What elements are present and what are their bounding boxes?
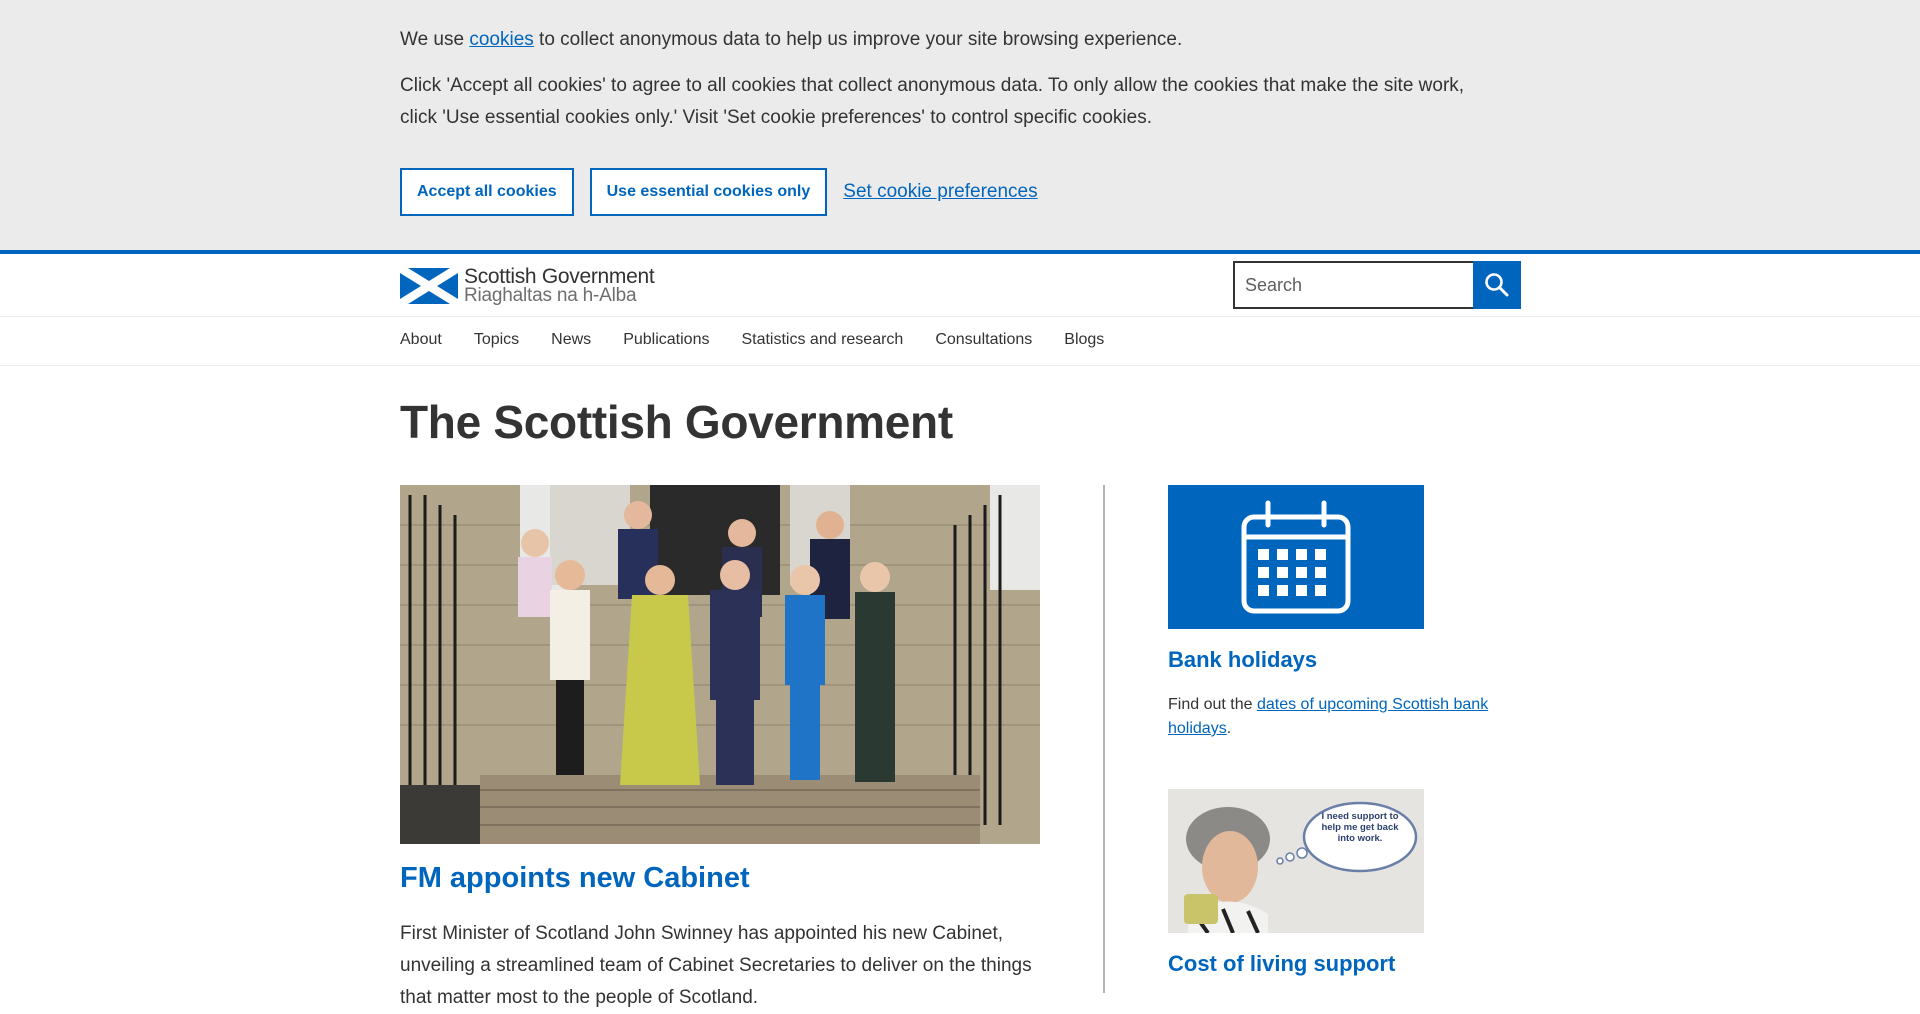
- cost-of-living-image[interactable]: I need support to help me get back into …: [1168, 789, 1424, 933]
- logo-gaelic: Riaghaltas na h-Alba: [464, 285, 637, 306]
- thought-bubble-text: I need support to help me get back into …: [1321, 811, 1399, 844]
- cookie-message: We use cookies to collect anonymous data…: [400, 26, 1520, 134]
- cookie-intro-text-end: to collect anonymous data to help us imp…: [533, 29, 1183, 50]
- bank-holidays-text: Find out the dates of upcoming Scottish …: [1168, 693, 1508, 741]
- cookie-banner: We use cookies to collect anonymous data…: [0, 0, 1920, 250]
- feature-summary: First Minister of Scotland John Swinney …: [400, 923, 1032, 1008]
- search-input[interactable]: [1233, 261, 1473, 309]
- cookies-link[interactable]: cookies: [469, 29, 533, 50]
- saltire-flag-icon: [400, 268, 458, 304]
- nav-item-publications[interactable]: Publications: [623, 331, 709, 349]
- bank-holidays-text-start: Find out the: [1168, 696, 1257, 713]
- cookie-preferences-link[interactable]: Set cookie preferences: [843, 181, 1037, 203]
- site-search: [1233, 261, 1521, 309]
- cookie-instructions: Click 'Accept all cookies' to agree to a…: [400, 75, 1465, 128]
- nav-item-consultations[interactable]: Consultations: [935, 331, 1032, 349]
- nav-item-news[interactable]: News: [551, 331, 591, 349]
- search-button[interactable]: [1473, 261, 1521, 309]
- content-divider: [1103, 485, 1105, 993]
- cost-of-living-heading-link[interactable]: Cost of living support: [1168, 951, 1508, 977]
- nav-item-statistics[interactable]: Statistics and research: [741, 331, 903, 349]
- nav-item-topics[interactable]: Topics: [474, 331, 519, 349]
- nav-item-about[interactable]: About: [400, 331, 442, 349]
- essential-cookies-button[interactable]: Use essential cookies only: [589, 168, 828, 216]
- logo-text: Scottish Government Riaghaltas na h-Alba: [464, 265, 655, 306]
- bank-holidays-text-end: .: [1226, 720, 1232, 737]
- bank-holidays-image[interactable]: [1168, 485, 1424, 629]
- site-header: Scottish Government Riaghaltas na h-Alba: [0, 250, 1920, 317]
- feature-heading-link[interactable]: FM appoints new Cabinet: [400, 862, 750, 895]
- bank-holidays-heading-link[interactable]: Bank holidays: [1168, 647, 1508, 673]
- cookie-intro-text: We use: [400, 29, 470, 50]
- bank-holidays-card: Bank holidays Find out the dates of upco…: [1168, 485, 1508, 741]
- logo-english: Scottish Government: [464, 265, 655, 288]
- search-icon: [1485, 273, 1509, 297]
- calendar-icon: [1241, 500, 1351, 614]
- cookie-actions: Accept all cookies Use essential cookies…: [400, 168, 1038, 216]
- cost-of-living-illustration: I need support to help me get back into …: [1168, 789, 1424, 933]
- cabinet-photo-illustration: [400, 485, 1040, 844]
- cabinet-photo[interactable]: [400, 485, 1040, 844]
- page-title: The Scottish Government: [400, 396, 953, 448]
- main-navigation: About Topics News Publications Statistic…: [0, 317, 1920, 366]
- accept-all-cookies-button[interactable]: Accept all cookies: [400, 168, 574, 216]
- nav-item-blogs[interactable]: Blogs: [1064, 331, 1104, 349]
- cost-of-living-card: I need support to help me get back into …: [1168, 789, 1508, 977]
- site-logo[interactable]: Scottish Government Riaghaltas na h-Alba: [400, 265, 655, 306]
- nav-list: About Topics News Publications Statistic…: [400, 331, 1136, 349]
- cookie-intro: We use cookies to collect anonymous data…: [400, 26, 1520, 54]
